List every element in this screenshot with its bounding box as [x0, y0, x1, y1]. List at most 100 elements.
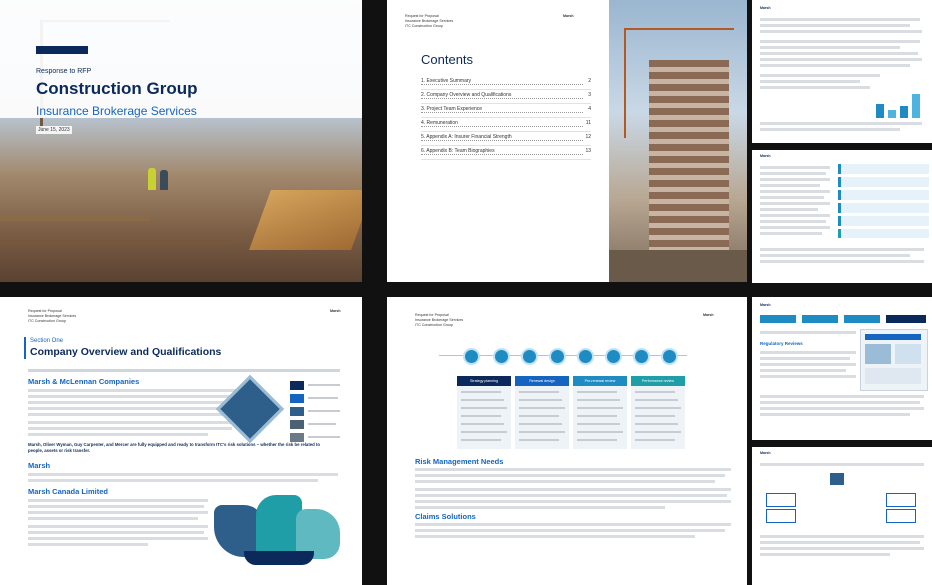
- column-text-line: [635, 399, 678, 401]
- toc-entry[interactable]: 4. Remuneration 11: [421, 120, 591, 130]
- timeline-node: [633, 348, 650, 365]
- brand-mark: [36, 46, 88, 54]
- header-line: ITC Construction Group: [415, 323, 453, 327]
- thumbnail-page[interactable]: Marsh Regulatory Reviews: [752, 297, 932, 440]
- building-photo: [609, 0, 747, 282]
- toc-entry[interactable]: 6. Appendix B: Team Biographies 13: [421, 148, 591, 158]
- cover-date: June 15, 2023: [36, 126, 72, 134]
- column-text-line: [635, 415, 675, 417]
- timeline-column: Pre-renewal review: [573, 376, 627, 449]
- column-text-line: [519, 391, 559, 393]
- column-text-line: [577, 415, 617, 417]
- column-text-line: [635, 407, 681, 409]
- cover-header-band: [0, 0, 362, 118]
- column-text-line: [461, 439, 501, 441]
- column-text-line: [519, 415, 559, 417]
- toc-entry-page: 12: [585, 134, 591, 140]
- contents-page[interactable]: Request for Proposal Insurance Brokerage…: [387, 0, 609, 282]
- brand-label: Marsh: [760, 154, 771, 158]
- column-text-line: [577, 431, 623, 433]
- timeline-node: [661, 348, 678, 365]
- toc-entry-label: 6. Appendix B: Team Biographies: [421, 148, 495, 154]
- cover-subtitle: Insurance Brokerage Services: [36, 104, 197, 118]
- toc-entry-page: 11: [585, 120, 591, 126]
- mini-bar-chart: [874, 92, 924, 118]
- toc-entry[interactable]: 2. Company Overview and Qualifications 3: [421, 92, 591, 102]
- column-text-line: [461, 407, 507, 409]
- heading-mmc: Marsh & McLennan Companies: [28, 377, 140, 386]
- column-text-line: [519, 431, 565, 433]
- column-text-line: [635, 423, 678, 425]
- toc-entry[interactable]: 1. Executive Summary 2: [421, 78, 591, 88]
- brand-label: Marsh: [760, 451, 771, 455]
- toc-entry[interactable]: 5. Appendix A: Insurer Financial Strengt…: [421, 134, 591, 144]
- toc-entry-label: 5. Appendix A: Insurer Financial Strengt…: [421, 134, 512, 140]
- column-text-line: [519, 439, 559, 441]
- timeline-column: Strategy planning: [457, 376, 511, 449]
- column-text-line: [577, 391, 617, 393]
- toc-divider: [421, 159, 591, 160]
- heading-marsh: Marsh: [28, 461, 51, 470]
- timeline-node: [463, 348, 480, 365]
- dashboard-screenshot: [860, 329, 928, 391]
- toc-entry-label: 1. Executive Summary: [421, 78, 472, 84]
- timeline-node: [549, 348, 566, 365]
- toc-leader: [421, 98, 583, 99]
- brand-label: Marsh: [330, 309, 341, 313]
- diamond-graphic: [216, 375, 284, 443]
- legend-boxes: [290, 381, 342, 443]
- timeline-column: Performance review: [631, 376, 685, 449]
- timeline-node: [605, 348, 622, 365]
- column-text-line: [461, 391, 501, 393]
- worker-figure: [148, 168, 156, 190]
- toc-entry-label: 2. Company Overview and Qualifications: [421, 92, 512, 98]
- column-text-line: [461, 399, 504, 401]
- brand-label: Marsh: [760, 303, 771, 307]
- timber-beam: [0, 215, 150, 221]
- org-chart: [766, 473, 916, 527]
- toc-leader: [421, 140, 583, 141]
- toc-divider: [421, 103, 591, 104]
- toc-entry-page: 3: [588, 92, 591, 98]
- toc-divider: [421, 145, 591, 146]
- section-one-page[interactable]: Request for Proposal Insurance Brokerage…: [0, 297, 362, 585]
- toc-leader: [421, 112, 583, 113]
- header-line: ITC Construction Group: [405, 24, 443, 28]
- toc-entry[interactable]: 3. Project Team Experience 4: [421, 106, 591, 116]
- column-text-line: [519, 423, 562, 425]
- risk-management-page[interactable]: Request for Proposal Insurance Brokerage…: [387, 297, 747, 585]
- column-text-line: [461, 423, 504, 425]
- column-text-line: [635, 391, 675, 393]
- column-text-line: [635, 431, 681, 433]
- cover-page[interactable]: Response to RFP Construction Group Insur…: [0, 0, 362, 282]
- section-rule: [24, 337, 26, 359]
- process-arrows: [838, 164, 929, 238]
- toc-divider: [421, 131, 591, 132]
- thumbnail-page[interactable]: Marsh: [752, 447, 932, 585]
- worker-figure: [160, 170, 168, 190]
- toc-entry-label: 3. Project Team Experience: [421, 106, 483, 112]
- heading-marsh-canada: Marsh Canada Limited: [28, 487, 109, 496]
- brand-label: Marsh: [563, 14, 574, 18]
- timeline-column-header: Renewal design: [515, 376, 569, 386]
- timeline-node: [521, 348, 538, 365]
- cover-title: Construction Group: [36, 79, 198, 98]
- brand-label: Marsh: [760, 6, 771, 10]
- thumbnail-page[interactable]: Marsh: [752, 0, 932, 143]
- column-text-line: [461, 415, 501, 417]
- column-text-line: [519, 407, 565, 409]
- timeline-column-header: Pre-renewal review: [573, 376, 627, 386]
- header-line: ITC Construction Group: [28, 319, 66, 323]
- contents-heading: Contents: [421, 52, 474, 67]
- timeline-node: [577, 348, 594, 365]
- cover-label: Response to RFP: [36, 68, 92, 75]
- toc-leader: [421, 84, 583, 85]
- timeline-column-header: Performance review: [631, 376, 685, 386]
- column-text-line: [577, 423, 620, 425]
- toc-divider: [421, 117, 591, 118]
- brand-label: Marsh: [703, 313, 714, 317]
- column-text-line: [577, 407, 623, 409]
- toc-entry-page: 4: [588, 106, 591, 112]
- column-text-line: [635, 439, 675, 441]
- thumbnail-page[interactable]: Marsh: [752, 150, 932, 283]
